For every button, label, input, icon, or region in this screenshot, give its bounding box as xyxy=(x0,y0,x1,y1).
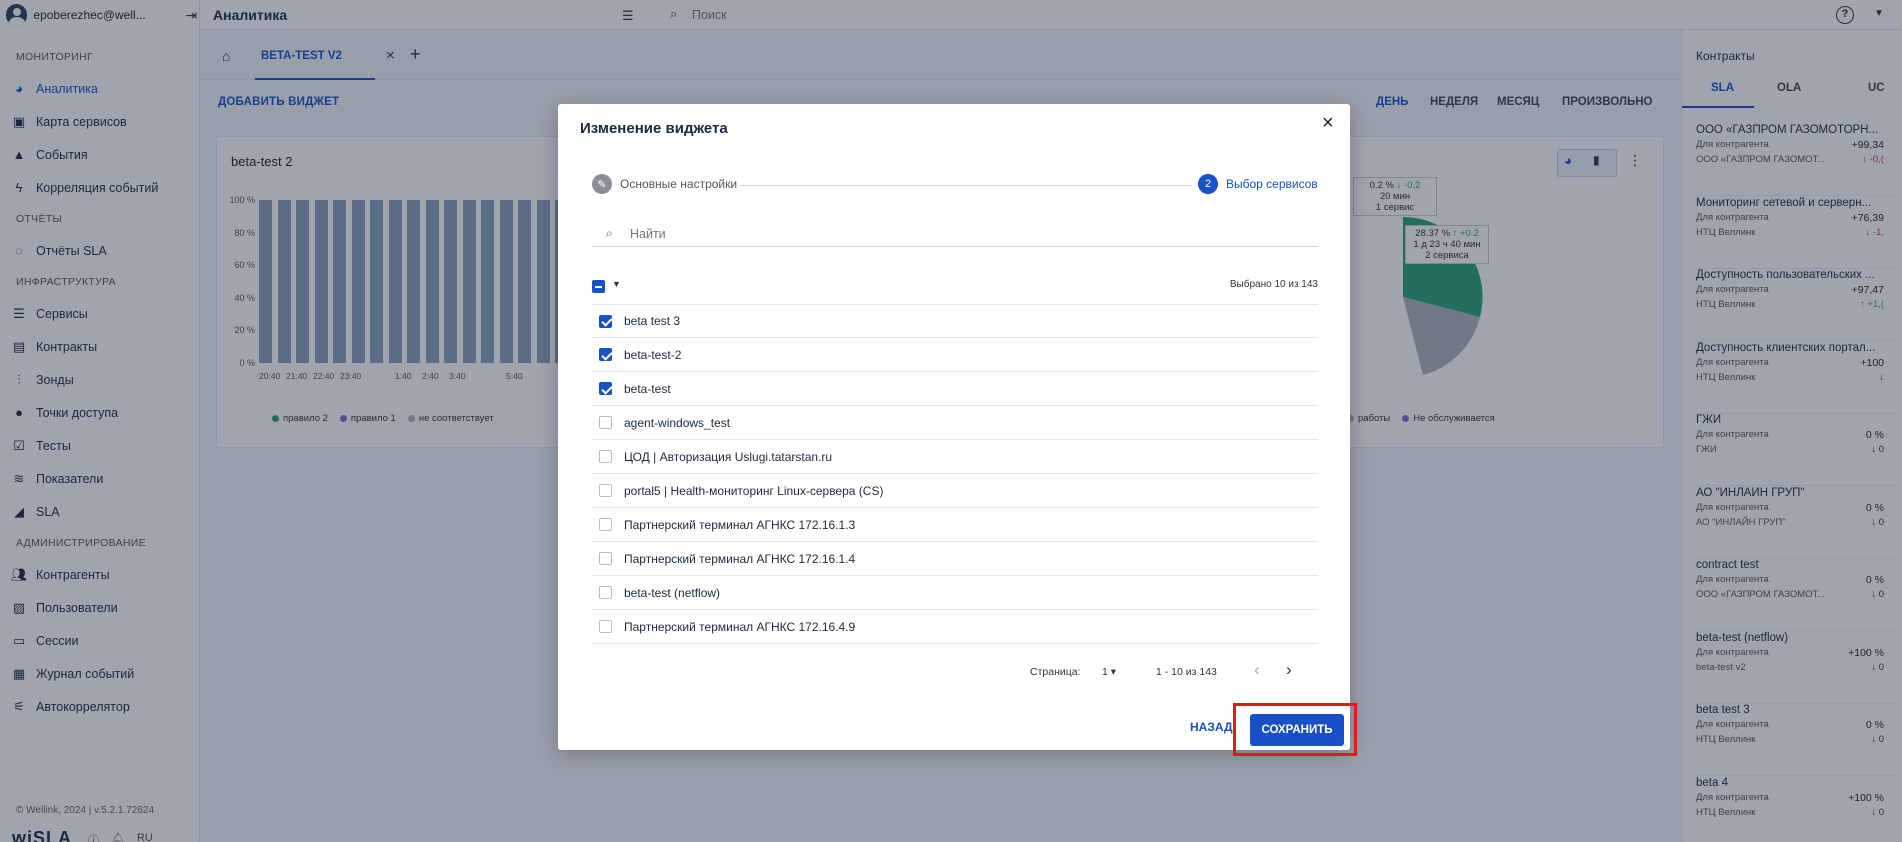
service-row[interactable]: Партнерский терминал АГНКС 172.16.1.4 xyxy=(592,542,1318,576)
page-range: 1 - 10 из 143 xyxy=(1156,666,1217,678)
save-button[interactable]: СОХРАНИТЬ xyxy=(1250,714,1344,746)
service-checkbox[interactable] xyxy=(599,314,612,328)
service-label: ЦОД | Авторизация Uslugi.tatarstan.ru xyxy=(624,449,833,464)
service-row[interactable]: Партнерский терминал АГНКС 172.16.1.3 xyxy=(592,508,1318,542)
selected-count: Выбрано 10 из 143 xyxy=(1229,279,1318,290)
service-checkbox[interactable] xyxy=(599,484,612,497)
service-label: beta-test xyxy=(624,381,671,396)
page-label: Страница: xyxy=(1030,666,1081,678)
back-button[interactable]: НАЗАД xyxy=(1190,720,1240,734)
pencil-icon: ✎ xyxy=(592,174,612,194)
search-icon: ⌕ xyxy=(606,226,613,240)
step-number: 2 xyxy=(1198,174,1218,194)
search-underline xyxy=(592,246,1318,247)
step-connector xyxy=(740,185,1192,186)
step-label: Выбор сервисов xyxy=(1226,177,1318,191)
close-icon[interactable]: × xyxy=(1322,112,1334,135)
service-label: agent-windows_test xyxy=(624,415,731,430)
services-list: beta test 3 beta-test-2 beta-test agent-win… xyxy=(592,304,1318,644)
service-checkbox[interactable] xyxy=(599,416,612,429)
page-select[interactable]: 1 ▾ xyxy=(1102,666,1116,678)
service-checkbox[interactable] xyxy=(599,586,612,599)
service-row[interactable]: beta-test (netflow) xyxy=(592,576,1318,610)
edit-widget-dialog: Изменение виджета × ✎ Основные настройки… xyxy=(558,104,1350,750)
service-row[interactable]: ЦОД | Авторизация Uslugi.tatarstan.ru xyxy=(592,440,1318,474)
service-row[interactable]: beta test 3 xyxy=(592,304,1318,338)
service-checkbox[interactable] xyxy=(599,382,612,395)
service-label: beta-test-2 xyxy=(624,347,682,362)
service-row[interactable]: Партнерский терминал АГНКС 172.16.4.9 xyxy=(592,610,1318,644)
service-checkbox[interactable] xyxy=(599,620,612,633)
step-label: Основные настройки xyxy=(620,177,738,191)
prev-page-icon[interactable]: ‹ xyxy=(1254,660,1260,680)
dialog-title: Изменение виджета xyxy=(580,120,728,137)
service-label: Партнерский терминал АГНКС 172.16.1.4 xyxy=(624,551,856,566)
select-all-checkbox[interactable] xyxy=(592,280,605,293)
service-row[interactable]: agent-windows_test xyxy=(592,406,1318,440)
step-basic-settings[interactable]: ✎ Основные настройки xyxy=(592,174,737,194)
service-row[interactable]: beta-test xyxy=(592,372,1318,406)
service-label: beta-test (netflow) xyxy=(624,585,721,600)
service-label: Партнерский терминал АГНКС 172.16.4.9 xyxy=(624,619,856,634)
step-select-services[interactable]: 2 Выбор сервисов xyxy=(1198,174,1318,194)
service-label: beta test 3 xyxy=(624,314,681,328)
chevron-down-icon[interactable]: ▼ xyxy=(612,279,621,289)
service-row[interactable]: portal5 | Health-мониторинг Linux-сервер… xyxy=(592,474,1318,508)
service-checkbox[interactable] xyxy=(599,348,612,361)
service-checkbox[interactable] xyxy=(599,450,612,463)
service-row[interactable]: beta-test-2 xyxy=(592,338,1318,372)
service-search-input[interactable] xyxy=(630,224,1130,244)
next-page-icon[interactable]: › xyxy=(1286,660,1292,680)
service-checkbox[interactable] xyxy=(599,518,612,531)
service-checkbox[interactable] xyxy=(599,552,612,565)
service-label: Партнерский терминал АГНКС 172.16.1.3 xyxy=(624,517,856,532)
service-label: portal5 | Health-мониторинг Linux-сервер… xyxy=(624,483,884,498)
